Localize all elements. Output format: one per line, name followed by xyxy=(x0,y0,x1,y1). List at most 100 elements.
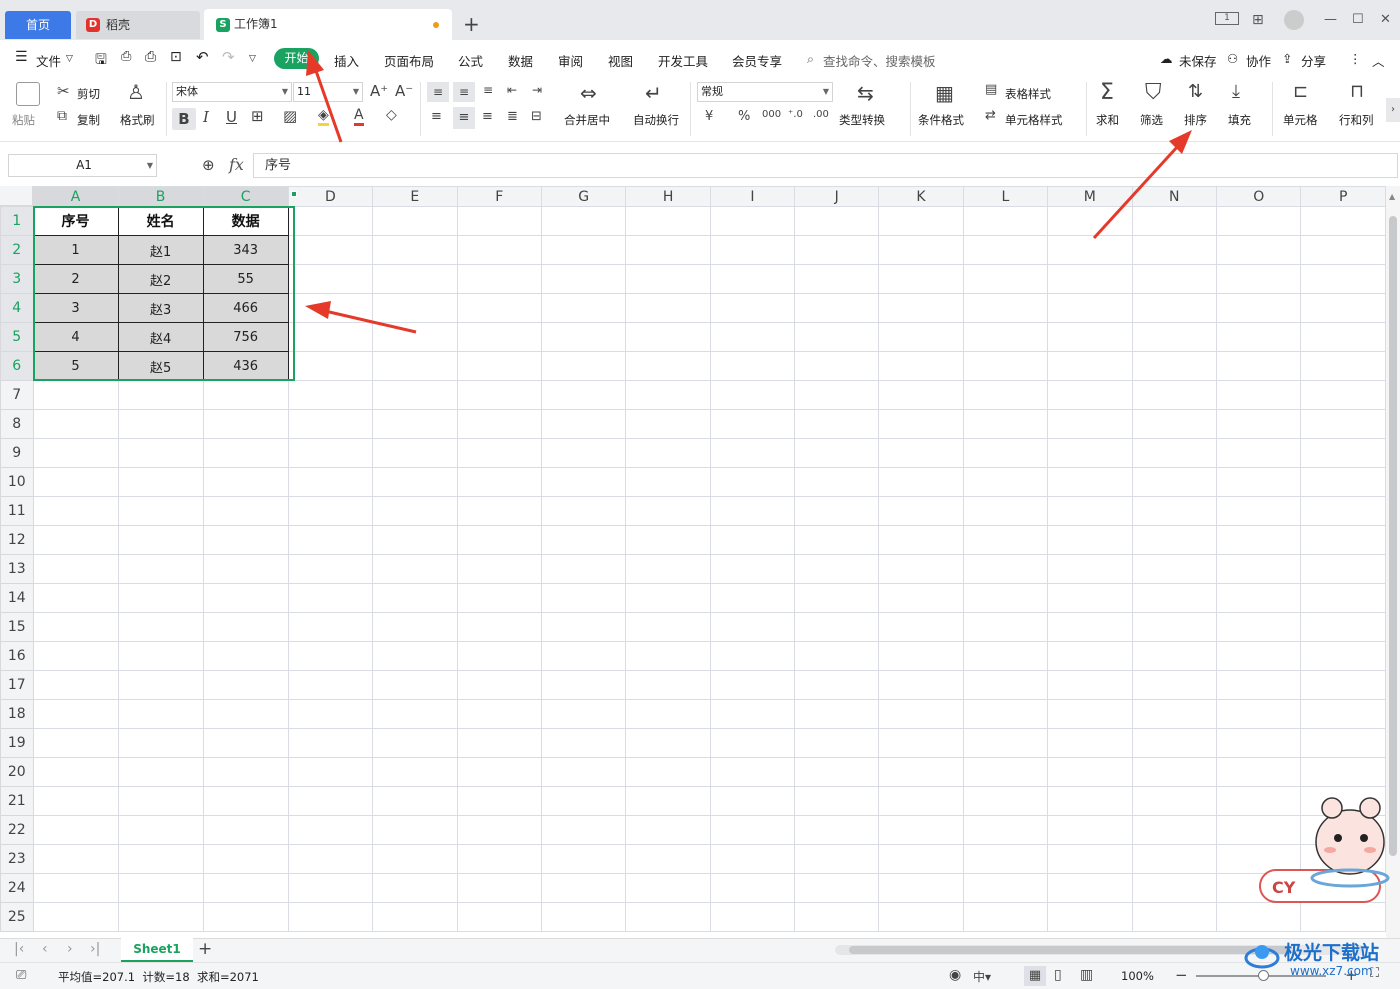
cell-d8[interactable] xyxy=(287,409,374,439)
cell-b1[interactable]: 姓名 xyxy=(117,206,204,236)
cell-k11[interactable] xyxy=(878,496,964,526)
cell-c22[interactable] xyxy=(202,815,289,845)
cell-e14[interactable] xyxy=(372,583,458,613)
zoom-out-icon[interactable]: − xyxy=(1175,966,1188,984)
cell-f19[interactable] xyxy=(456,728,542,758)
cell-c18[interactable] xyxy=(202,699,289,729)
cell-d16[interactable] xyxy=(287,641,374,671)
column-header-j[interactable]: J xyxy=(794,186,880,207)
cell-e23[interactable] xyxy=(372,844,458,874)
cell-o4[interactable] xyxy=(1216,293,1302,323)
cell-k4[interactable] xyxy=(878,293,964,323)
cell-l1[interactable] xyxy=(962,206,1049,236)
cell-p19[interactable] xyxy=(1300,728,1386,758)
cell-b20[interactable] xyxy=(117,757,204,787)
cell-o8[interactable] xyxy=(1216,409,1302,439)
column-header-k[interactable]: K xyxy=(878,186,964,207)
cell-l24[interactable] xyxy=(962,873,1049,903)
cell-p1[interactable] xyxy=(1300,206,1386,236)
cell-i1[interactable] xyxy=(709,206,796,236)
cell-g16[interactable] xyxy=(540,641,627,671)
cell-h7[interactable] xyxy=(625,380,711,410)
cell-c1[interactable]: 数据 xyxy=(202,206,289,236)
column-header-n[interactable]: N xyxy=(1131,186,1218,207)
wrap-text-button[interactable]: 自动换行 xyxy=(633,112,679,128)
cell-k19[interactable] xyxy=(878,728,964,758)
cell-i19[interactable] xyxy=(709,728,796,758)
cell-f17[interactable] xyxy=(456,670,542,700)
cell-k25[interactable] xyxy=(878,902,964,932)
cell-i10[interactable] xyxy=(709,467,796,497)
cell-d3[interactable] xyxy=(287,264,374,294)
cell-p16[interactable] xyxy=(1300,641,1386,671)
cell-h17[interactable] xyxy=(625,670,711,700)
cell-b21[interactable] xyxy=(117,786,204,816)
cell-c8[interactable] xyxy=(202,409,289,439)
cell-m20[interactable] xyxy=(1047,757,1133,787)
cell-i24[interactable] xyxy=(709,873,796,903)
cell-n6[interactable] xyxy=(1131,351,1218,381)
cell-a12[interactable] xyxy=(32,525,119,555)
row-header[interactable]: 13 xyxy=(0,554,34,584)
cell-o9[interactable] xyxy=(1216,438,1302,468)
menu-start[interactable]: 开始 xyxy=(274,48,319,69)
cell-p20[interactable] xyxy=(1300,757,1386,787)
merge-center-button[interactable]: 合并居中 xyxy=(564,112,610,128)
table-style-button[interactable]: 表格样式 xyxy=(1005,86,1051,102)
column-header-o[interactable]: O xyxy=(1216,186,1302,207)
cell-l16[interactable] xyxy=(962,641,1049,671)
cell-k22[interactable] xyxy=(878,815,964,845)
cell-m3[interactable] xyxy=(1047,264,1133,294)
cell-l11[interactable] xyxy=(962,496,1049,526)
cell-n19[interactable] xyxy=(1131,728,1218,758)
cell-i13[interactable] xyxy=(709,554,796,584)
menu-formula[interactable]: 公式 xyxy=(458,51,483,70)
cell-g18[interactable] xyxy=(540,699,627,729)
cell-a22[interactable] xyxy=(32,815,119,845)
cell-c11[interactable] xyxy=(202,496,289,526)
cell-l2[interactable] xyxy=(962,235,1049,265)
cell-k20[interactable] xyxy=(878,757,964,787)
cell-f16[interactable] xyxy=(456,641,542,671)
row-header[interactable]: 16 xyxy=(0,641,34,671)
cell-e12[interactable] xyxy=(372,525,458,555)
cell-h14[interactable] xyxy=(625,583,711,613)
cell-n25[interactable] xyxy=(1131,902,1218,932)
fill-pattern-icon[interactable]: ▨ xyxy=(283,107,297,125)
cell-g8[interactable] xyxy=(540,409,627,439)
cell-o3[interactable] xyxy=(1216,264,1302,294)
prev-sheet-icon[interactable]: ‹ xyxy=(42,941,48,957)
cell-h21[interactable] xyxy=(625,786,711,816)
cell-b9[interactable] xyxy=(117,438,204,468)
cell-k24[interactable] xyxy=(878,873,964,903)
redo-icon[interactable]: ↷ xyxy=(222,48,235,66)
cell-g20[interactable] xyxy=(540,757,627,787)
cell-o6[interactable] xyxy=(1216,351,1302,381)
cell-m21[interactable] xyxy=(1047,786,1133,816)
cell-d5[interactable] xyxy=(287,322,374,352)
cell-l3[interactable] xyxy=(962,264,1049,294)
cell-l7[interactable] xyxy=(962,380,1049,410)
cell-d11[interactable] xyxy=(287,496,374,526)
cell-f8[interactable] xyxy=(456,409,542,439)
tab-docer[interactable]: D 稻壳 xyxy=(76,11,200,39)
column-header-a[interactable]: A xyxy=(32,186,119,207)
cell-h5[interactable] xyxy=(625,322,711,352)
row-header[interactable]: 9 xyxy=(0,438,34,468)
cell-b22[interactable] xyxy=(117,815,204,845)
cell-e25[interactable] xyxy=(372,902,458,932)
column-header-i[interactable]: I xyxy=(709,186,796,207)
quick-access-more-icon[interactable]: ▽ xyxy=(249,54,256,64)
cell-c9[interactable] xyxy=(202,438,289,468)
menu-file[interactable]: 文件 xyxy=(36,51,61,70)
row-header[interactable]: 1 xyxy=(0,206,34,236)
cell-b23[interactable] xyxy=(117,844,204,874)
align-middle-icon[interactable]: ≡ xyxy=(453,82,475,102)
row-header[interactable]: 3 xyxy=(0,264,34,294)
cell-d18[interactable] xyxy=(287,699,374,729)
cell-l14[interactable] xyxy=(962,583,1049,613)
align-left-icon[interactable]: ≡ xyxy=(431,109,442,124)
column-header-f[interactable]: F xyxy=(456,186,542,207)
cell-b6[interactable]: 赵5 xyxy=(117,351,204,381)
cell-c20[interactable] xyxy=(202,757,289,787)
